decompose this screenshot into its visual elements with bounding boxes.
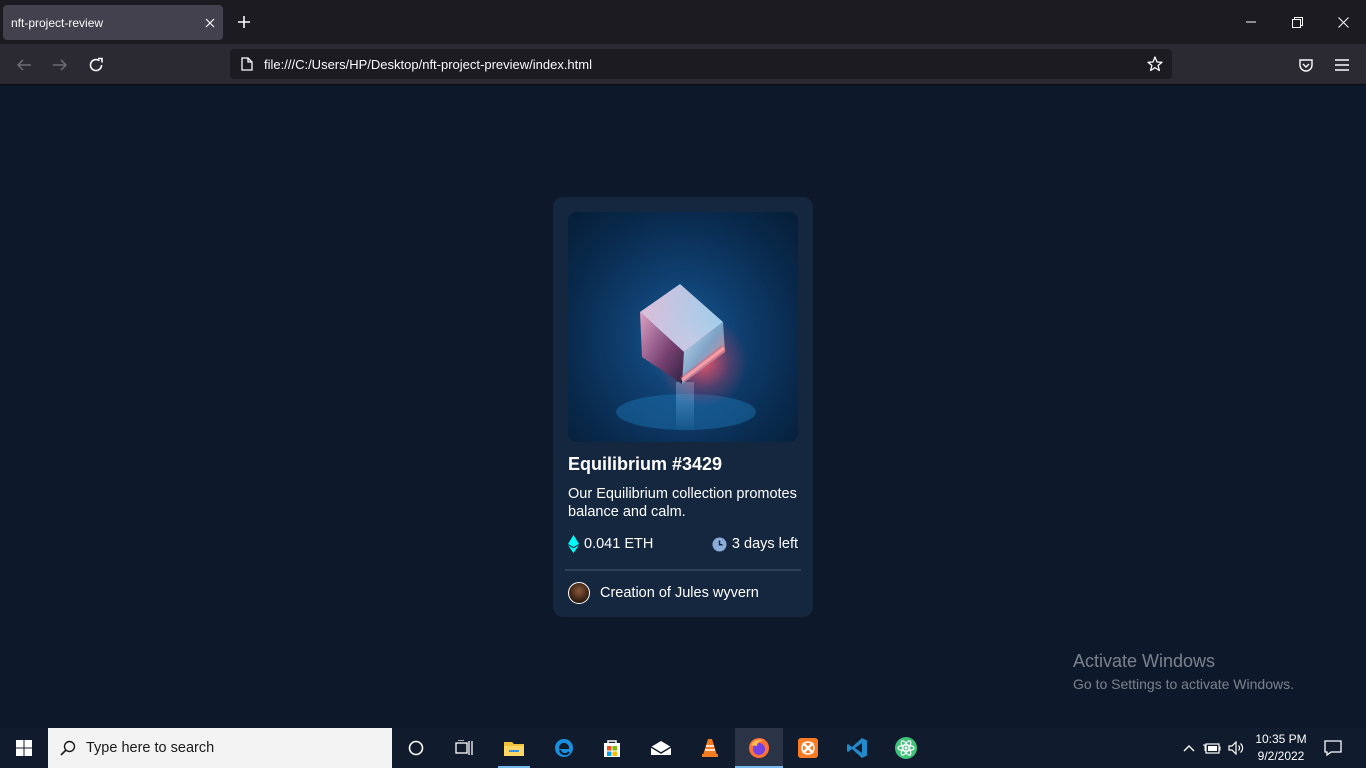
page-viewport: Equilibrium #3429 Our Equilibrium collec… xyxy=(0,85,1366,728)
cortana-icon xyxy=(408,740,424,756)
clock-icon xyxy=(712,537,727,551)
restore-button[interactable] xyxy=(1274,0,1320,44)
windows-logo-icon xyxy=(16,740,32,756)
equilibrium-cube-image xyxy=(616,284,756,432)
mail-icon xyxy=(650,741,672,755)
firefox-button[interactable] xyxy=(735,728,783,768)
back-button[interactable] xyxy=(9,50,39,80)
activate-windows-watermark: Activate Windows Go to Settings to activ… xyxy=(1073,651,1294,692)
nft-image[interactable] xyxy=(568,212,798,442)
vlc-icon xyxy=(702,739,718,757)
tab-close-button[interactable] xyxy=(197,10,223,36)
cortana-button[interactable] xyxy=(392,728,440,768)
speaker-icon xyxy=(1228,741,1244,755)
nft-title[interactable]: Equilibrium #3429 xyxy=(568,454,798,475)
nft-description: Our Equilibrium collection promotes bala… xyxy=(568,486,797,520)
store-icon xyxy=(604,740,620,757)
taskbar: Type here to search 10:35 PM 9/2/2022 xyxy=(0,728,1366,768)
file-explorer-button[interactable] xyxy=(490,728,538,768)
ethereum-icon xyxy=(568,535,579,553)
store-button[interactable] xyxy=(588,728,636,768)
firefox-icon xyxy=(749,738,769,758)
xampp-icon xyxy=(798,738,818,758)
mail-button[interactable] xyxy=(637,728,685,768)
new-tab-button[interactable] xyxy=(232,10,256,34)
time-left-stat: 3 days left xyxy=(712,536,798,552)
arrow-left-icon xyxy=(16,59,31,71)
nft-stats: 0.041 ETH 3 days left xyxy=(568,534,798,554)
vlc-button[interactable] xyxy=(686,728,734,768)
bookmark-star-button[interactable] xyxy=(1138,56,1172,72)
chevron-up-icon xyxy=(1183,745,1195,752)
vscode-button[interactable] xyxy=(833,728,881,768)
start-button[interactable] xyxy=(0,728,48,768)
tab-bar: nft-project-review xyxy=(0,0,1366,44)
close-icon xyxy=(205,18,215,27)
pocket-icon xyxy=(1299,59,1313,72)
tab-active[interactable]: nft-project-review xyxy=(3,5,223,40)
watermark-title: Activate Windows xyxy=(1073,651,1216,671)
price-value: 0.041 ETH xyxy=(584,536,654,552)
search-placeholder[interactable]: Type here to search xyxy=(86,740,214,756)
vscode-icon xyxy=(847,738,867,758)
search-icon xyxy=(60,740,76,756)
price-stat: 0.041 ETH xyxy=(568,535,653,553)
nft-card: Equilibrium #3429 Our Equilibrium collec… xyxy=(553,197,813,617)
taskbar-clock[interactable]: 10:35 PM 9/2/2022 xyxy=(1250,731,1312,765)
notification-icon xyxy=(1324,740,1342,756)
reload-button[interactable] xyxy=(81,50,111,80)
card-divider xyxy=(565,569,801,571)
forward-button[interactable] xyxy=(45,50,75,80)
xampp-button[interactable] xyxy=(784,728,832,768)
volume-tray-button[interactable] xyxy=(1226,728,1246,768)
app-menu-button[interactable] xyxy=(1327,50,1357,80)
task-view-button[interactable] xyxy=(440,728,488,768)
clock-date: 9/2/2022 xyxy=(1257,749,1305,763)
edge-button[interactable] xyxy=(540,728,588,768)
tab-title: nft-project-review xyxy=(11,15,104,30)
arrow-right-icon xyxy=(53,59,68,71)
show-hidden-icons-button[interactable] xyxy=(1178,728,1200,768)
battery-tray-button[interactable] xyxy=(1202,728,1222,768)
close-window-button[interactable] xyxy=(1320,0,1366,44)
nav-bar: file:///C:/Users/HP/Desktop/nft-project-… xyxy=(0,44,1366,85)
task-view-icon xyxy=(455,740,473,755)
minimize-button[interactable] xyxy=(1228,0,1274,44)
plus-icon xyxy=(238,16,250,28)
url-bar[interactable]: file:///C:/Users/HP/Desktop/nft-project-… xyxy=(230,49,1172,79)
page-icon xyxy=(230,57,264,71)
creator-prefix: Creation of xyxy=(600,585,671,601)
file-explorer-icon xyxy=(504,742,524,756)
minimize-icon xyxy=(1246,21,1256,23)
atom-button[interactable] xyxy=(882,728,930,768)
atom-icon xyxy=(895,737,917,759)
clock-time: 10:35 PM xyxy=(1255,732,1307,746)
creator-avatar xyxy=(568,582,590,604)
battery-icon xyxy=(1203,743,1221,754)
close-icon xyxy=(1337,16,1349,28)
taskbar-search[interactable]: Type here to search xyxy=(48,728,392,768)
url-text[interactable]: file:///C:/Users/HP/Desktop/nft-project-… xyxy=(264,57,1138,72)
hamburger-menu-icon xyxy=(1335,59,1349,71)
reload-icon xyxy=(89,57,103,72)
edge-icon xyxy=(555,739,573,757)
pocket-button[interactable] xyxy=(1291,50,1321,80)
time-left-value: 3 days left xyxy=(731,536,798,552)
star-icon xyxy=(1147,56,1163,72)
restore-icon xyxy=(1291,16,1303,28)
notifications-button[interactable] xyxy=(1318,728,1348,768)
creator-row: Creation of Jules wyvern xyxy=(568,582,798,604)
creator-name[interactable]: Jules wyvern xyxy=(675,585,759,601)
watermark-subtitle: Go to Settings to activate Windows. xyxy=(1073,676,1294,692)
